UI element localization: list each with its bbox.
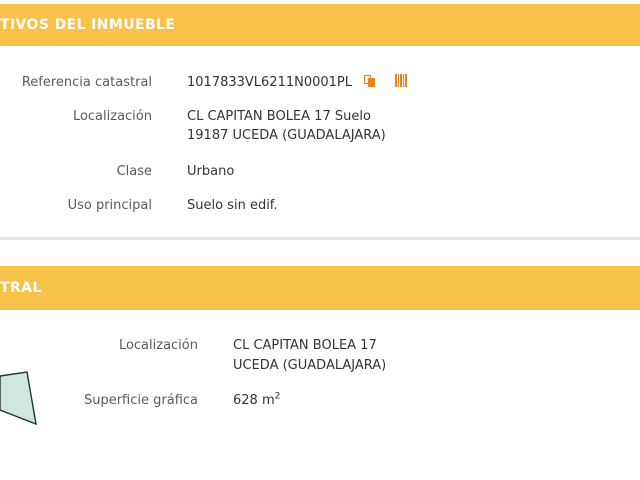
section-header-descriptive: TIVOS DEL INMUEBLE xyxy=(0,4,640,46)
parcel-location-line-1: CL CAPITAN BOLEA 17 xyxy=(233,338,377,353)
class-value: Urbano xyxy=(187,164,235,179)
location-label: Localización xyxy=(72,109,152,124)
copy-icon[interactable] xyxy=(364,75,376,87)
section-header-parcel: TRAL xyxy=(0,266,640,310)
section-title: TIVOS DEL INMUEBLE xyxy=(0,17,176,33)
descriptive-panel: Referencia catastral 1017833VL6211N0001P… xyxy=(0,46,640,240)
main-use-value: Suelo sin edif. xyxy=(187,198,278,213)
class-label: Clase xyxy=(116,164,152,179)
main-use-label: Uso principal xyxy=(67,198,152,213)
cadastral-reference-value: 1017833VL6211N0001PL xyxy=(187,73,409,93)
area-unit-superscript: 2 xyxy=(274,391,281,402)
graphic-surface-value: 628 m2 xyxy=(233,391,280,411)
parcel-location-label: Localización xyxy=(118,338,198,353)
parcel-shape xyxy=(0,371,37,426)
graphic-surface-text: 628 m xyxy=(233,393,275,408)
cadastre-page: TIVOS DEL INMUEBLE Referencia catastral … xyxy=(0,0,640,480)
barcode-icon[interactable] xyxy=(395,74,409,87)
cadastral-reference-text: 1017833VL6211N0001PL xyxy=(187,75,353,90)
graphic-surface-label: Superficie gráfica xyxy=(83,393,198,408)
section-title: TRAL xyxy=(0,280,42,296)
parcel-map-icon xyxy=(0,371,37,426)
location-line-1: CL CAPITAN BOLEA 17 Suelo xyxy=(187,109,371,124)
parcel-panel: Localización CL CAPITAN BOLEA 17 UCEDA (… xyxy=(0,310,640,480)
parcel-location-line-2: UCEDA (GUADALAJARA) xyxy=(233,358,387,373)
location-line-2: 19187 UCEDA (GUADALAJARA) xyxy=(187,128,386,143)
cadastral-reference-label: Referencia catastral xyxy=(21,75,152,90)
